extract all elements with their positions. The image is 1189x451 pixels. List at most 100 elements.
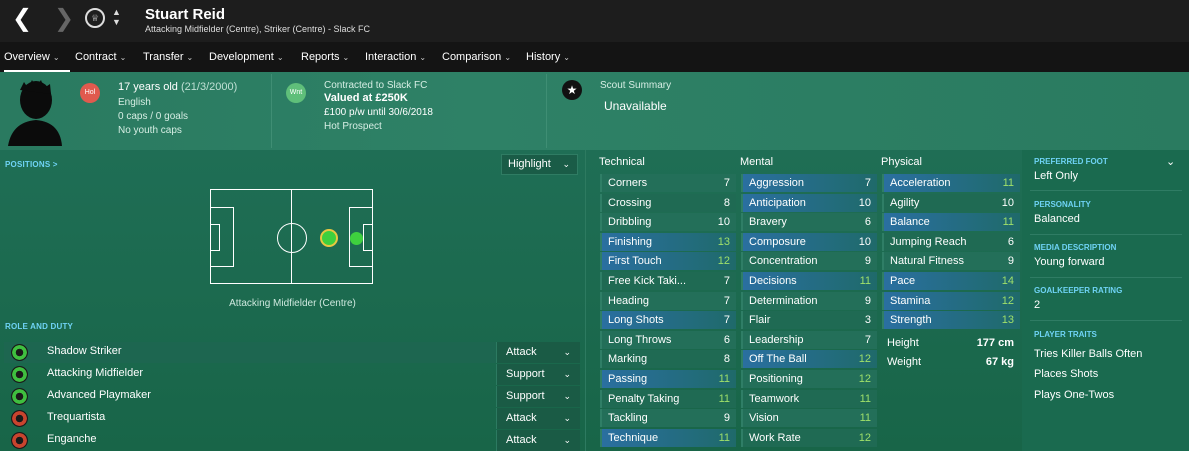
tab-comparison[interactable]: Comparison ⌄ <box>442 42 511 72</box>
attribute-row[interactable]: Tackling 9 <box>600 409 736 428</box>
attribute-row[interactable]: Marking 8 <box>600 350 736 369</box>
attribute-name: Finishing <box>608 235 653 248</box>
attribute-row[interactable]: Leadership 7 <box>741 330 877 349</box>
role-row[interactable]: Trequartista Attack ⌄ <box>4 408 580 429</box>
attribute-row[interactable]: Passing 11 <box>600 370 736 388</box>
attribute-row[interactable]: Work Rate 12 <box>741 428 877 447</box>
duty-value: Attack <box>506 412 537 424</box>
tab-development[interactable]: Development ⌄ <box>209 42 284 72</box>
attribute-row[interactable]: Off The Ball 12 <box>741 350 877 369</box>
attribute-row[interactable]: Decisions 11 <box>741 272 877 290</box>
attribute-name: Off The Ball <box>749 353 807 366</box>
attribute-row[interactable]: Balance 11 <box>882 213 1020 232</box>
media-description-label: MEDIA DESCRIPTION <box>1034 243 1117 252</box>
position-marker-primary[interactable] <box>320 229 338 247</box>
attribute-row[interactable]: Crossing 8 <box>600 193 736 212</box>
attribute-row[interactable]: Long Throws 6 <box>600 330 736 349</box>
duty-dropdown[interactable]: Attack ⌄ <box>496 342 580 363</box>
highlight-dropdown[interactable]: Highlight ⌄ <box>501 154 578 175</box>
role-row[interactable]: Attacking Midfielder Support ⌄ <box>4 364 580 385</box>
attribute-row[interactable]: First Touch 12 <box>600 252 736 271</box>
club-crest-icon[interactable]: ♕ <box>85 8 105 28</box>
role-row[interactable]: Enganche Attack ⌄ <box>4 430 580 451</box>
attribute-row[interactable]: Composure 10 <box>741 232 877 251</box>
attribute-row[interactable]: Penalty Taking 11 <box>600 389 736 408</box>
goalkeeper-rating-label: GOALKEEPER RATING <box>1034 286 1123 295</box>
positions-link[interactable]: POSITIONS > <box>5 160 58 169</box>
attribute-row[interactable]: Vision 11 <box>741 409 877 428</box>
attribute-row[interactable]: Agility 10 <box>882 193 1020 212</box>
attribute-name: Jumping Reach <box>890 235 967 248</box>
prev-next-player-icon[interactable]: ▲ ▼ <box>112 7 121 27</box>
attribute-row[interactable]: Flair 3 <box>741 311 877 330</box>
chevron-down-icon: ⌄ <box>563 53 570 62</box>
back-icon[interactable]: ❮ <box>12 6 32 32</box>
duty-dropdown[interactable]: Attack ⌄ <box>496 408 580 429</box>
attribute-row[interactable]: Concentration 9 <box>741 252 877 271</box>
chevron-down-icon: ⌄ <box>563 369 571 379</box>
attribute-row[interactable]: Determination 9 <box>741 291 877 310</box>
attribute-row[interactable]: Stamina 12 <box>882 291 1020 310</box>
contract-badge-icon[interactable]: Wnt <box>286 83 306 103</box>
tab-label: Reports <box>301 51 340 63</box>
attribute-row[interactable]: Technique 11 <box>600 428 736 447</box>
tab-contract[interactable]: Contract ⌄ <box>75 42 126 72</box>
attribute-row[interactable]: Anticipation 10 <box>741 193 877 212</box>
attribute-value: 6 <box>723 333 730 346</box>
caps: 0 caps / 0 goals <box>118 111 189 122</box>
player-status: Hot Prospect <box>324 121 382 132</box>
attribute-row[interactable]: Finishing 13 <box>600 232 736 251</box>
attribute-row[interactable]: Positioning 12 <box>741 370 877 388</box>
attribute-row[interactable]: Aggression 7 <box>741 174 877 192</box>
attribute-value: 6 <box>864 216 871 229</box>
chevron-down-icon: ⌄ <box>419 53 427 62</box>
attribute-row[interactable]: Heading 7 <box>600 291 736 310</box>
attribute-name: Dribbling <box>608 216 652 229</box>
attribute-row[interactable]: Pace 14 <box>882 272 1020 290</box>
attribute-name: Strength <box>890 314 932 327</box>
attribute-value: 10 <box>1001 196 1014 209</box>
attribute-row[interactable]: Natural Fitness 9 <box>882 252 1020 271</box>
attribute-row[interactable]: Jumping Reach 6 <box>882 232 1020 251</box>
attribute-row[interactable]: Free Kick Taki... 7 <box>600 272 736 290</box>
chevron-down-icon[interactable]: ⌄ <box>1166 155 1175 168</box>
attribute-row[interactable]: Teamwork 11 <box>741 389 877 408</box>
tab-overview[interactable]: Overview ⌄ <box>4 42 70 72</box>
nation-badge-icon[interactable]: Hol <box>80 83 100 103</box>
position-marker-secondary[interactable] <box>350 232 363 245</box>
attribute-row[interactable]: Acceleration 11 <box>882 174 1020 192</box>
contracted-to: Contracted to Slack FC <box>324 80 428 91</box>
highlight-label: Highlight <box>508 158 551 170</box>
divider <box>1030 320 1182 321</box>
forward-icon[interactable]: ❯ <box>54 6 74 32</box>
attribute-name: Heading <box>608 294 649 307</box>
attribute-row[interactable]: Corners 7 <box>600 174 736 192</box>
attribute-value: 11 <box>859 412 871 425</box>
tab-reports[interactable]: Reports ⌄ <box>301 42 349 72</box>
height-label: Height <box>887 337 919 349</box>
attribute-name: Agility <box>890 196 920 209</box>
attribute-value: 10 <box>717 216 730 229</box>
attribute-row[interactable]: Strength 13 <box>882 311 1020 330</box>
physical-header: Physical <box>881 156 922 168</box>
role-row[interactable]: Shadow Striker Attack ⌄ <box>4 342 580 363</box>
tab-label: Development <box>209 51 274 63</box>
attribute-row[interactable]: Long Shots 7 <box>600 311 736 330</box>
tab-label: Interaction <box>365 51 417 63</box>
mental-header: Mental <box>740 156 774 168</box>
tab-interaction[interactable]: Interaction ⌄ <box>365 42 426 72</box>
duty-dropdown[interactable]: Support ⌄ <box>496 364 580 385</box>
tab-transfer[interactable]: Transfer ⌄ <box>143 42 193 72</box>
star-icon[interactable]: ★ <box>562 80 582 100</box>
attribute-value: 9 <box>723 412 730 425</box>
tab-history[interactable]: History ⌄ <box>526 42 570 72</box>
player-age: 17 years old (21/3/2000) <box>118 81 237 93</box>
attribute-row[interactable]: Bravery 6 <box>741 213 877 232</box>
attribute-value: 11 <box>718 392 730 405</box>
role-suitability-icon <box>11 366 28 383</box>
duty-dropdown[interactable]: Support ⌄ <box>496 386 580 407</box>
player-name: Stuart Reid <box>145 6 226 23</box>
role-row[interactable]: Advanced Playmaker Support ⌄ <box>4 386 580 407</box>
duty-dropdown[interactable]: Attack ⌄ <box>496 430 580 451</box>
attribute-row[interactable]: Dribbling 10 <box>600 213 736 232</box>
